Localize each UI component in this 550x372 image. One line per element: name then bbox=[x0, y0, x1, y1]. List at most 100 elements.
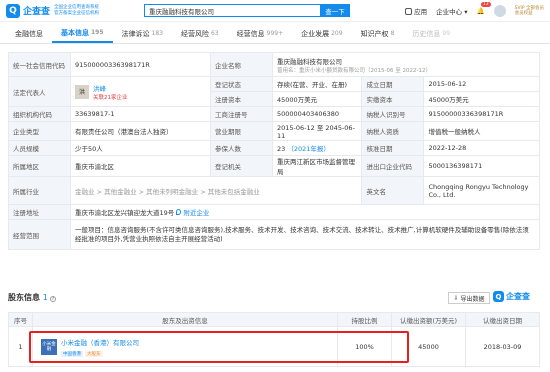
insured-year-link[interactable]: （2021年报） bbox=[287, 145, 330, 153]
tab-operation[interactable]: 经营信息 999+ bbox=[228, 24, 292, 43]
status-value: 存续(在营、开业、在册) bbox=[271, 76, 363, 92]
address-label: 注册地址 bbox=[8, 204, 71, 220]
tab-label: 历史信息 bbox=[412, 29, 441, 38]
search-button[interactable]: 查一下 bbox=[320, 4, 351, 17]
company-name-cell: 重庆融融科技有限公司 曾用名：重庆小米小额贷款有限公司（2015-06 至 20… bbox=[272, 52, 540, 77]
address-value: 重庆市渝北区龙兴镇迎龙大道19号 bbox=[75, 209, 175, 217]
est-date-value: 2015-06-12 bbox=[423, 76, 540, 92]
col-ratio[interactable]: 持股比例 bbox=[337, 312, 392, 327]
vip-badge[interactable]: SVIP 全部会员 会员权益 bbox=[515, 6, 544, 16]
tab-count: 999+ bbox=[266, 30, 284, 37]
reg-capital-value: 45000万美元 bbox=[271, 91, 363, 107]
tab-ip[interactable]: 知识产权 8 bbox=[352, 24, 404, 43]
biz-reg-label: 工商注册号 bbox=[210, 106, 273, 122]
legal-rep-avatar: 洪 bbox=[75, 84, 89, 99]
tab-legal[interactable]: 法律诉讼 183 bbox=[113, 24, 172, 43]
tab-count: 8 bbox=[390, 30, 395, 37]
tab-finance[interactable]: 金融信息 bbox=[6, 24, 52, 43]
shareholders-count: 1 bbox=[42, 293, 48, 302]
col-index: 序号 bbox=[8, 312, 33, 327]
org-code-label: 组织机构代码 bbox=[8, 106, 71, 122]
biz-term-label: 营业期限 bbox=[210, 121, 273, 141]
notification-count: 13 bbox=[480, 1, 491, 7]
export-icon: ⇩ bbox=[453, 294, 459, 302]
shareholders-title: 股东信息 1? bbox=[8, 292, 56, 303]
qcc-logo-icon: Q bbox=[493, 291, 504, 302]
nearby-companies-link[interactable]: 附近企业 bbox=[183, 209, 209, 217]
insured-cell: 23 （2021年报） bbox=[271, 140, 363, 156]
tab-label: 基本信息 bbox=[61, 28, 89, 37]
logo[interactable]: Q 企查查 bbox=[6, 3, 51, 18]
col-date[interactable]: 认缴出资日期 bbox=[465, 312, 540, 327]
biz-term-value: 2015-06-12 至 2045-06-11 bbox=[271, 121, 363, 141]
legal-rep-name[interactable]: 洪峰 bbox=[93, 83, 128, 93]
tab-label: 经营信息 bbox=[236, 29, 265, 38]
scope-value: 一般项目：信息咨询服务(不含许可类信息咨询服务),技术服务、技术开发、技术咨询、… bbox=[70, 219, 540, 250]
vip-sub: 会员权益 bbox=[514, 10, 533, 16]
help-icon[interactable]: ? bbox=[49, 296, 56, 302]
row-date: 2018-03-09 bbox=[465, 326, 540, 367]
tax-id-value: 91500000336398171R bbox=[423, 106, 540, 122]
highlight-box bbox=[29, 331, 409, 363]
col-shareholder: 股东及出资信息 bbox=[32, 312, 338, 327]
nav-apps[interactable]: 应用 bbox=[405, 6, 427, 16]
nav-enterprise-center[interactable]: 企业中心 ▾ bbox=[436, 6, 467, 16]
industry-value[interactable]: 金融业 > 其他金融业 > 其他未列明金融业 > 其他未包括金融业 bbox=[69, 176, 363, 205]
tab-label: 知识产权 bbox=[360, 29, 389, 38]
scope-label: 经营范围 bbox=[8, 219, 71, 250]
status-label: 登记状态 bbox=[210, 76, 273, 92]
tax-id-label: 纳税人识别号 bbox=[361, 106, 425, 122]
logo-text: 企查查 bbox=[23, 7, 51, 17]
company-name-value[interactable]: 重庆融融科技有限公司 bbox=[277, 56, 535, 66]
top-bar: Q 企查查 全国企业信用查询系统 官方备案企业征信机构 查一下 应用 企业中心 … bbox=[0, 0, 550, 22]
staff-size-label: 人员规模 bbox=[8, 140, 71, 156]
import-code-label: 进出口企业代码 bbox=[361, 155, 425, 177]
top-nav: 应用 企业中心 ▾ 🔔 13 SVIP 全部会员 会员权益 bbox=[405, 1, 544, 17]
col-amount[interactable]: 认缴出资额(万美元) bbox=[391, 312, 466, 327]
grid-icon bbox=[405, 8, 413, 15]
search-input[interactable] bbox=[144, 4, 321, 17]
region-label: 所属地区 bbox=[8, 155, 71, 177]
tab-label: 法律诉讼 bbox=[121, 29, 150, 38]
map-pin-icon[interactable] bbox=[176, 209, 182, 215]
industry-label: 所属行业 bbox=[8, 176, 71, 205]
credit-code-label: 统一社会信用代码 bbox=[8, 52, 71, 77]
staff-size-value: 少于50人 bbox=[70, 140, 211, 156]
notification-bell[interactable]: 🔔 13 bbox=[477, 1, 491, 15]
tab-count: 63 bbox=[210, 30, 219, 37]
tab-development[interactable]: 企业发展 209 bbox=[292, 24, 351, 43]
english-name-value: Chongqing Rongyu Technology Co., Ltd. bbox=[423, 176, 540, 205]
legal-rep-label: 法定代表人 bbox=[8, 76, 71, 107]
tab-count: 99 bbox=[442, 30, 451, 37]
biz-reg-value: 500000403406380 bbox=[271, 106, 363, 122]
tab-count: 209 bbox=[331, 30, 343, 37]
qcc-brand: 企查查 bbox=[506, 292, 530, 301]
tab-basic-info[interactable]: 基本信息 195 bbox=[52, 24, 113, 43]
est-date-label: 成立日期 bbox=[361, 76, 425, 92]
credit-code-value[interactable]: 91500000336398171R bbox=[70, 52, 211, 77]
company-name-label: 企业名称 bbox=[210, 52, 273, 77]
nav-apps-label: 应用 bbox=[414, 7, 428, 16]
search-box: 查一下 bbox=[144, 4, 351, 17]
authority-value: 重庆两江新区市场监督管理局 bbox=[271, 155, 363, 177]
legal-rep-cell: 洪 洪峰 关联21家企业 bbox=[70, 76, 211, 107]
approve-date-label: 核准日期 bbox=[361, 140, 425, 156]
tab-label: 金融信息 bbox=[15, 29, 43, 38]
export-button[interactable]: ⇩ 导出数据 bbox=[448, 292, 490, 304]
reg-capital-label: 注册资本 bbox=[210, 91, 273, 107]
avatar[interactable] bbox=[493, 4, 506, 17]
nav-enterprise-label: 企业中心 bbox=[436, 7, 463, 16]
tab-count: 183 bbox=[151, 30, 163, 37]
import-code-value: 5000136398171 bbox=[423, 155, 540, 177]
tab-risk[interactable]: 经营风险 63 bbox=[172, 24, 228, 43]
export-label: 导出数据 bbox=[460, 295, 485, 303]
basic-info-table: 统一社会信用代码 91500000336398171R 企业名称 重庆融融科技有… bbox=[8, 52, 540, 250]
slogan-line: 官方备案企业征信机构 bbox=[54, 10, 100, 16]
legal-rep-related[interactable]: 关联21家企业 bbox=[93, 93, 128, 101]
shareholders-title-text: 股东信息 bbox=[8, 293, 40, 302]
vip-label: SVIP 全部会员 bbox=[514, 5, 544, 11]
taxpayer-qual-value: 增值税一般纳税人 bbox=[423, 121, 540, 141]
authority-label: 登记机关 bbox=[210, 155, 273, 177]
english-name-label: 英文名 bbox=[361, 176, 425, 205]
tab-history[interactable]: 历史信息 99 bbox=[403, 24, 459, 43]
